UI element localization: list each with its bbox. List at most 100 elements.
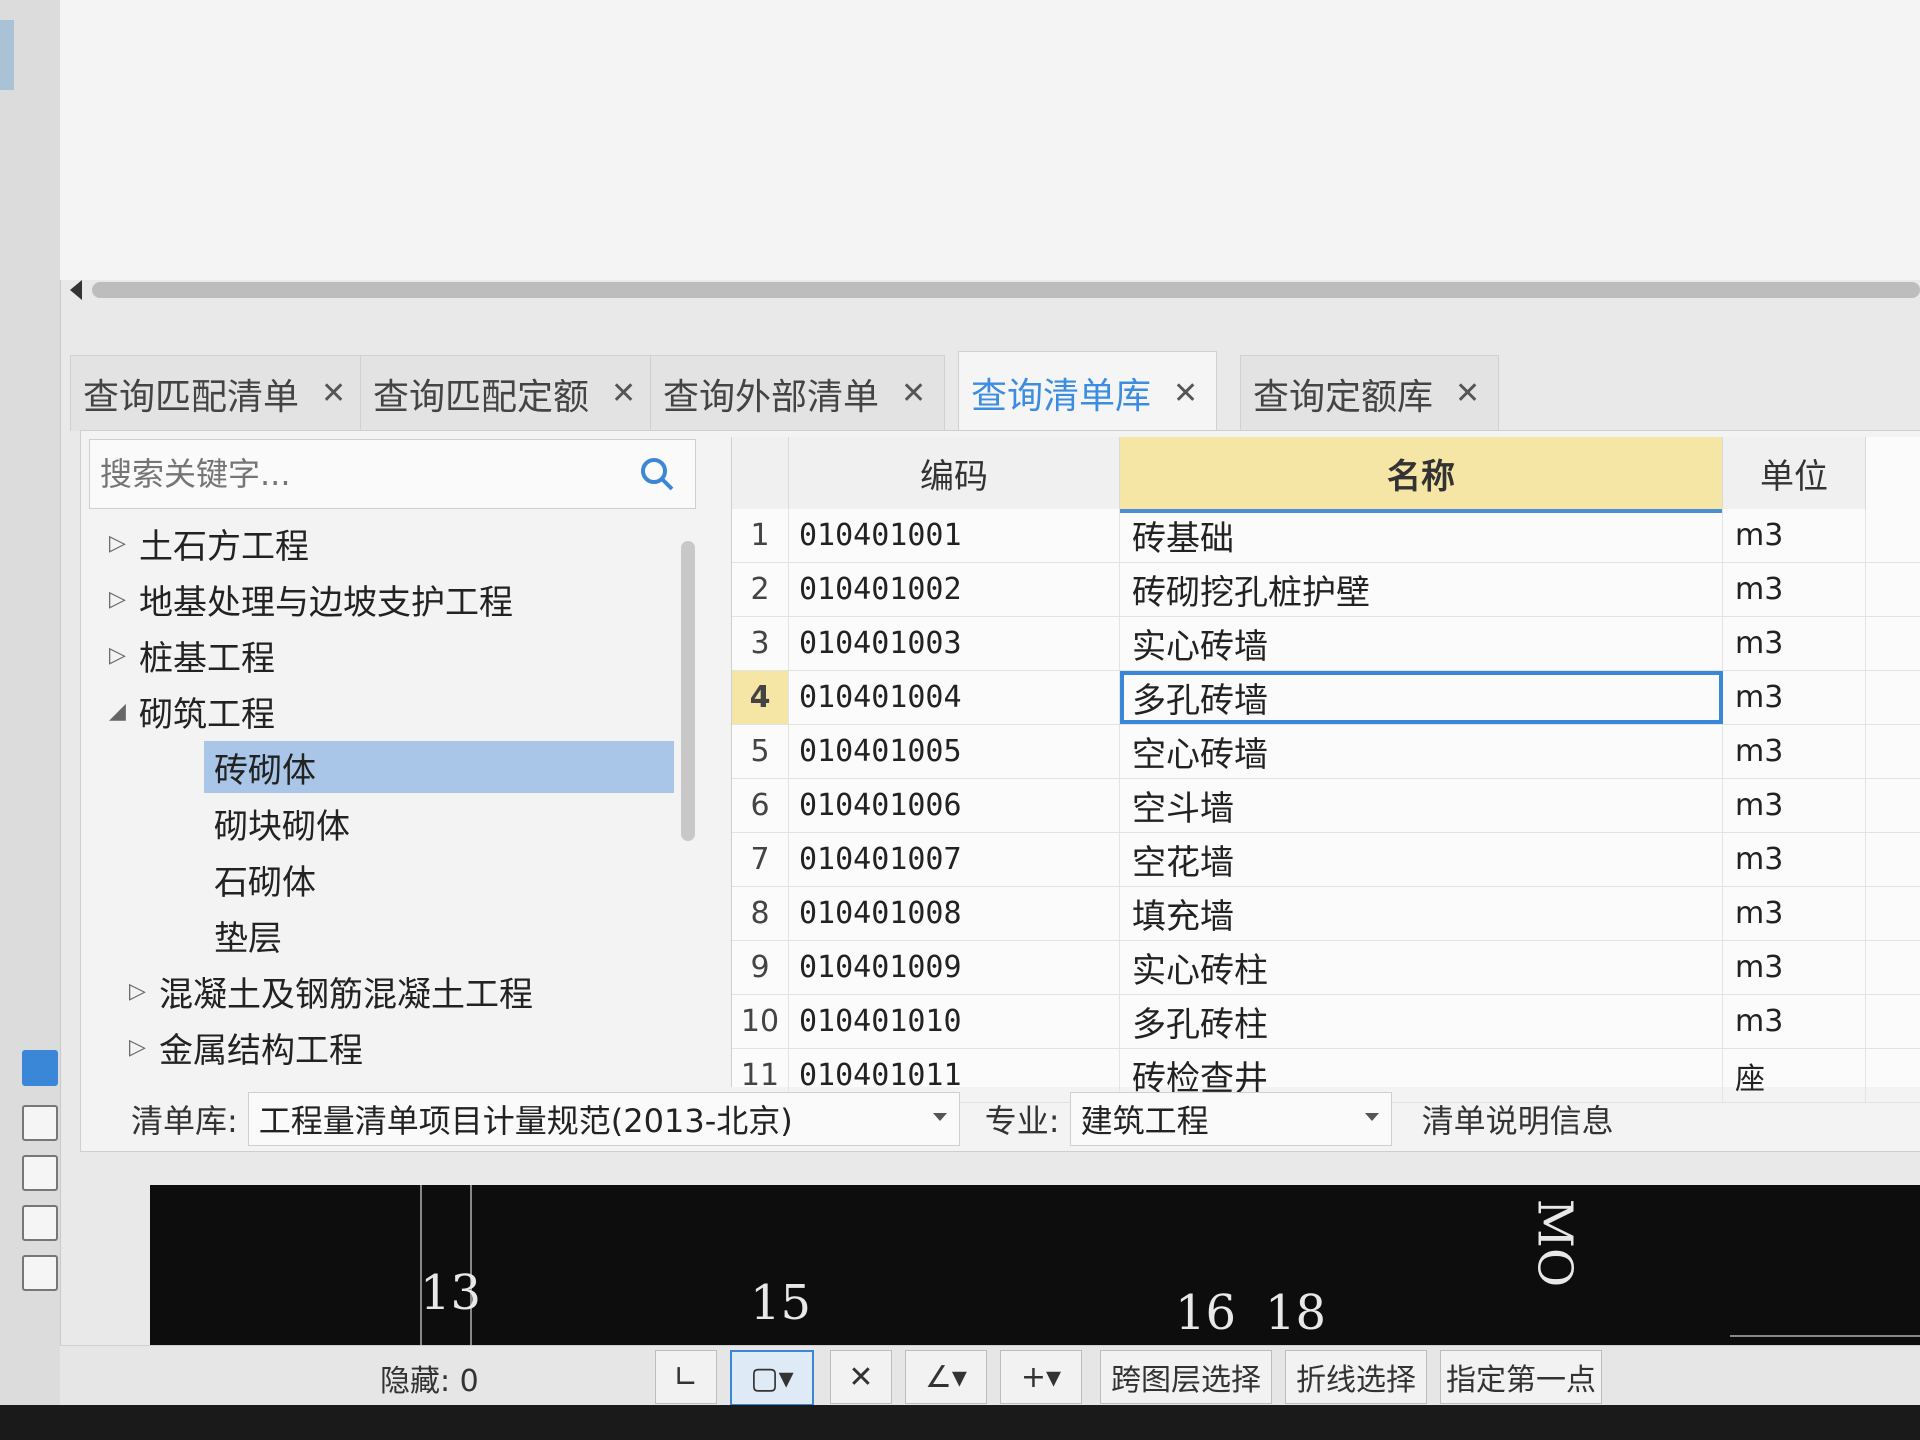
- unit-cell[interactable]: m3: [1723, 671, 1866, 724]
- unit-cell[interactable]: m3: [1723, 509, 1866, 562]
- layer-checkbox-4[interactable]: [22, 1205, 58, 1241]
- search-input[interactable]: [90, 454, 637, 494]
- tab-query-external-list[interactable]: 查询外部清单 ✕: [650, 355, 946, 431]
- tree-scrollbar[interactable]: [681, 541, 695, 841]
- table-row[interactable]: 2 010401002 砖砌挖孔桩护壁 m3: [732, 563, 1920, 617]
- tab-query-quota-library[interactable]: 查询定额库 ✕: [1240, 355, 1500, 431]
- close-icon[interactable]: ✕: [611, 376, 636, 411]
- tree-item-masonry[interactable]: ◢ 砌筑工程: [109, 685, 669, 737]
- code-cell[interactable]: 010401009: [789, 941, 1120, 994]
- angle-tool-icon[interactable]: ∠▾: [905, 1350, 987, 1404]
- horizontal-scrollbar[interactable]: [70, 278, 1920, 302]
- name-cell[interactable]: 空心砖墙: [1120, 725, 1723, 778]
- table-row[interactable]: 8 010401008 填充墙 m3: [732, 887, 1920, 941]
- unit-cell[interactable]: m3: [1723, 833, 1866, 886]
- chevron-down-icon[interactable]: [1364, 1112, 1379, 1121]
- name-cell[interactable]: 多孔砖墙: [1120, 671, 1723, 724]
- name-cell[interactable]: 实心砖墙: [1120, 617, 1723, 670]
- table-row[interactable]: 6 010401006 空斗墙 m3: [732, 779, 1920, 833]
- unit-cell[interactable]: m3: [1723, 725, 1866, 778]
- code-cell[interactable]: 010401007: [789, 833, 1120, 886]
- unit-cell[interactable]: m3: [1723, 995, 1866, 1048]
- tab-label: 查询清单库: [971, 376, 1152, 417]
- tab-query-list-library[interactable]: 查询清单库 ✕: [958, 351, 1218, 434]
- header-unit[interactable]: 单位: [1723, 437, 1866, 509]
- scrollbar-thumb[interactable]: [92, 282, 1920, 298]
- close-icon[interactable]: ✕: [1455, 376, 1480, 411]
- expand-caret-icon[interactable]: ▷: [129, 1035, 159, 1060]
- tree-item-foundation-treatment[interactable]: ▷ 地基处理与边坡支护工程: [109, 573, 669, 625]
- header-name[interactable]: 名称: [1120, 437, 1723, 513]
- polyline-select-button[interactable]: 折线选择: [1285, 1350, 1427, 1404]
- grid-line: [1730, 1335, 1920, 1337]
- code-cell[interactable]: 010401008: [789, 887, 1120, 940]
- unit-cell[interactable]: m3: [1723, 941, 1866, 994]
- header-code[interactable]: 编码: [789, 437, 1120, 509]
- tab-query-matched-list[interactable]: 查询匹配清单 ✕: [70, 355, 366, 431]
- expand-caret-icon[interactable]: ▷: [109, 643, 139, 668]
- name-cell[interactable]: 砖砌挖孔桩护壁: [1120, 563, 1723, 616]
- ortho-mode-icon[interactable]: ∟: [655, 1350, 717, 1404]
- layer-checkbox-1[interactable]: [22, 1050, 58, 1086]
- select-box-icon[interactable]: ▢▾: [730, 1350, 814, 1406]
- list-library-panel: ▷ 土石方工程 ▷ 地基处理与边坡支护工程 ▷ 桩基工程 ◢ 砌筑工程 砖砌体 …: [80, 430, 1920, 1152]
- table-row[interactable]: 4 010401004 多孔砖墙 m3: [732, 671, 1920, 725]
- name-cell[interactable]: 空花墙: [1120, 833, 1723, 886]
- table-row[interactable]: 10 010401010 多孔砖柱 m3: [732, 995, 1920, 1049]
- tree-item-concrete[interactable]: ▷ 混凝土及钢筋混凝土工程: [129, 965, 669, 1017]
- name-cell[interactable]: 实心砖柱: [1120, 941, 1723, 994]
- close-icon[interactable]: ✕: [321, 376, 346, 411]
- table-row[interactable]: 5 010401005 空心砖墙 m3: [732, 725, 1920, 779]
- expand-caret-icon[interactable]: ▷: [129, 979, 159, 1004]
- unit-cell[interactable]: m3: [1723, 617, 1866, 670]
- tree-item-cushion[interactable]: 垫层: [214, 909, 664, 961]
- expand-caret-icon[interactable]: ▷: [109, 531, 139, 556]
- layer-checkbox-2[interactable]: [22, 1105, 58, 1141]
- close-icon[interactable]: ✕: [1173, 376, 1198, 411]
- library-dropdown[interactable]: 工程量清单项目计量规范(2013-北京): [247, 1091, 960, 1146]
- cross-select-icon[interactable]: ✕: [830, 1350, 892, 1404]
- code-cell[interactable]: 010401004: [789, 671, 1120, 724]
- name-cell[interactable]: 空斗墙: [1120, 779, 1723, 832]
- tree-item-block-masonry[interactable]: 砌块砌体: [214, 797, 664, 849]
- tree-item-brick-masonry[interactable]: 砖砌体: [204, 741, 674, 793]
- code-cell[interactable]: 010401003: [789, 617, 1120, 670]
- name-cell[interactable]: 填充墙: [1120, 887, 1723, 940]
- code-cell[interactable]: 010401005: [789, 725, 1120, 778]
- chevron-down-icon[interactable]: [932, 1112, 947, 1121]
- tree-item-pile-foundation[interactable]: ▷ 桩基工程: [109, 629, 669, 681]
- layer-checkbox-3[interactable]: [22, 1155, 58, 1191]
- query-tab-bar: 查询匹配清单 ✕ 查询匹配定额 ✕ 查询外部清单 ✕ 查询清单库 ✕ 查询定额库…: [70, 345, 1920, 435]
- code-cell[interactable]: 010401002: [789, 563, 1120, 616]
- row-number: 9: [732, 941, 789, 994]
- code-cell[interactable]: 010401001: [789, 509, 1120, 562]
- specify-first-point-button[interactable]: 指定第一点: [1440, 1350, 1602, 1404]
- cad-drawing-view[interactable]: 13 15 16 18 MO: [150, 1185, 1920, 1365]
- expand-caret-icon[interactable]: ▷: [109, 587, 139, 612]
- search-icon[interactable]: [637, 454, 677, 494]
- specialty-dropdown[interactable]: 建筑工程: [1069, 1091, 1392, 1146]
- tree-item-metal-structure[interactable]: ▷ 金属结构工程: [129, 1021, 669, 1073]
- cross-layer-select-button[interactable]: 跨图层选择: [1100, 1350, 1272, 1404]
- table-row[interactable]: 7 010401007 空花墙 m3: [732, 833, 1920, 887]
- unit-cell[interactable]: m3: [1723, 779, 1866, 832]
- name-cell[interactable]: 砖基础: [1120, 509, 1723, 562]
- name-cell[interactable]: 多孔砖柱: [1120, 995, 1723, 1048]
- snap-tool-icon[interactable]: +▾: [1000, 1350, 1082, 1404]
- row-number: 6: [732, 779, 789, 832]
- list-info-link[interactable]: 清单说明信息: [1422, 1096, 1614, 1142]
- tree-item-earthwork[interactable]: ▷ 土石方工程: [109, 517, 669, 569]
- code-cell[interactable]: 010401006: [789, 779, 1120, 832]
- layer-checkbox-5[interactable]: [22, 1255, 58, 1291]
- unit-cell[interactable]: m3: [1723, 887, 1866, 940]
- tree-item-stone-masonry[interactable]: 石砌体: [214, 853, 664, 905]
- tab-query-matched-quota[interactable]: 查询匹配定额 ✕: [360, 355, 656, 431]
- unit-cell[interactable]: m3: [1723, 563, 1866, 616]
- code-cell[interactable]: 010401010: [789, 995, 1120, 1048]
- close-icon[interactable]: ✕: [901, 376, 926, 411]
- table-row[interactable]: 9 010401009 实心砖柱 m3: [732, 941, 1920, 995]
- scroll-left-arrow-icon[interactable]: [70, 280, 82, 300]
- collapse-caret-icon[interactable]: ◢: [109, 699, 139, 724]
- table-row[interactable]: 1 010401001 砖基础 m3: [732, 509, 1920, 563]
- table-row[interactable]: 3 010401003 实心砖墙 m3: [732, 617, 1920, 671]
